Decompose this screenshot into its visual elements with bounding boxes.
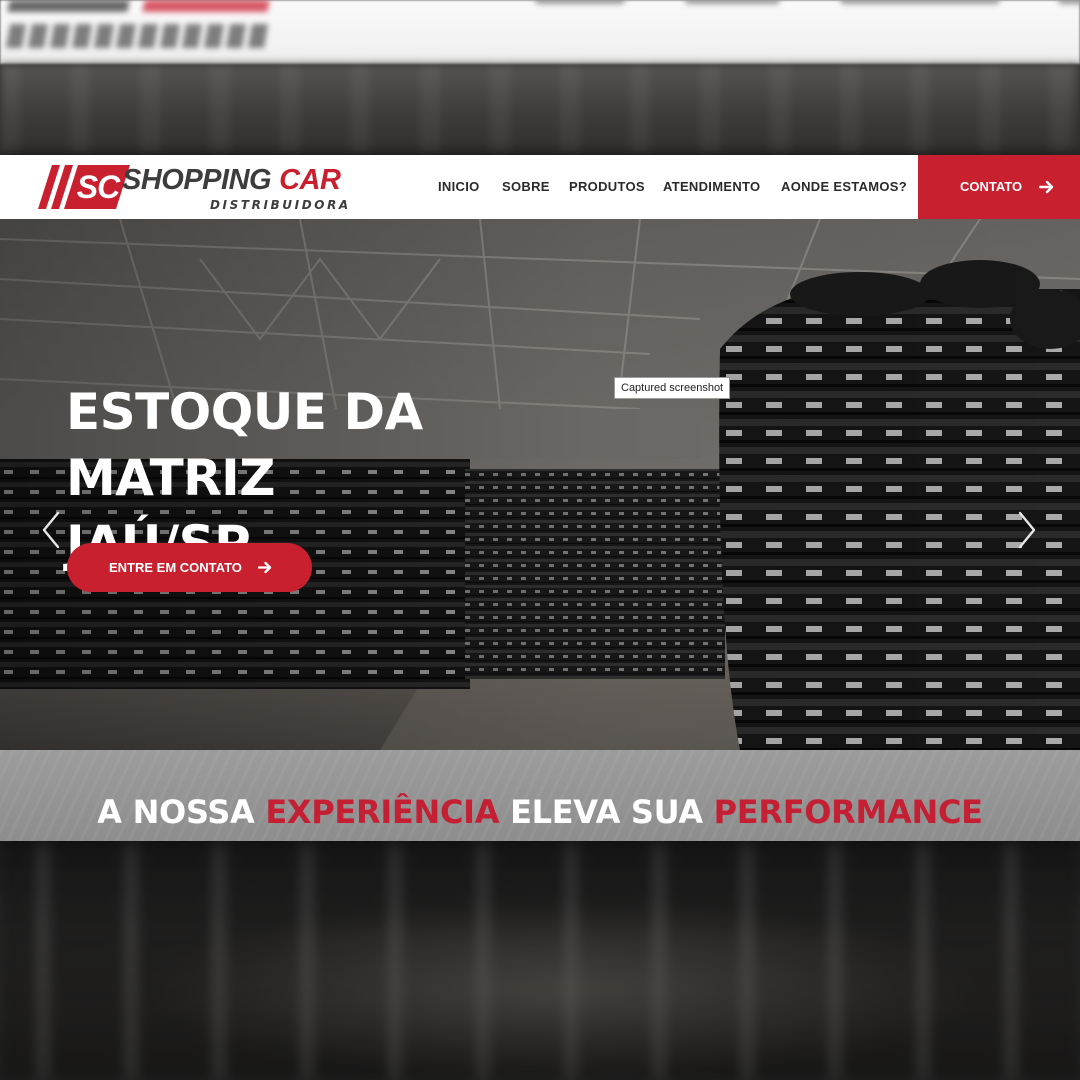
site-header: SC SHOPPING CAR DISTRIBUIDORA INICIO SOBR… (0, 155, 1080, 219)
entre-em-contato-button[interactable]: ENTRE EM CONTATO (67, 543, 312, 592)
tagline-text: A NOSSA EXPERIÊNCIA ELEVA SUA PERFORMANC… (0, 750, 1080, 841)
blurred-nav-backdrop (685, 0, 780, 4)
nav-item-aonde-estamos[interactable]: AONDE ESTAMOS? (781, 155, 907, 219)
tagline-part-2: EXPERIÊNCIA (265, 793, 500, 831)
blurred-nav-backdrop (535, 0, 625, 4)
captured-page: SC SHOPPING CAR DISTRIBUIDORA INICIO SOBR… (0, 155, 1080, 841)
nav-item-inicio[interactable]: INICIO (438, 155, 480, 219)
arrow-right-icon (258, 561, 272, 574)
hero-slider: ESTOQUE DA MATRIZ JAÚ/SP Captured screen… (0, 219, 1080, 750)
blurred-logo-backdrop (0, 0, 280, 58)
blurred-nav-backdrop (840, 0, 1000, 4)
arrow-right-icon (1039, 180, 1054, 194)
nav-item-produtos[interactable]: PRODUTOS (569, 155, 645, 219)
contato-button-label: CONTATO (960, 179, 1023, 194)
chevron-left-icon[interactable] (38, 509, 64, 551)
nav-item-sobre[interactable]: SOBRE (502, 155, 550, 219)
tagline-part-4: PERFORMANCE (713, 793, 983, 831)
hero-title-line1: ESTOQUE DA MATRIZ (66, 383, 423, 507)
chevron-right-icon[interactable] (1014, 509, 1040, 551)
blurred-nav-backdrop (1058, 0, 1080, 4)
blurred-warehouse-backdrop (0, 64, 1080, 154)
tagline-part-1: A NOSSA (97, 793, 255, 831)
entre-em-contato-label: ENTRE EM CONTATO (109, 560, 242, 575)
captured-screenshot-tooltip: Captured screenshot (614, 377, 731, 399)
tagline-band: A NOSSA EXPERIÊNCIA ELEVA SUA PERFORMANC… (0, 750, 1080, 841)
main-nav: INICIO SOBRE PRODUTOS ATENDIMENTO AONDE … (0, 155, 918, 219)
contato-button[interactable]: CONTATO (918, 155, 1080, 219)
nav-item-atendimento[interactable]: ATENDIMENTO (663, 155, 760, 219)
tagline-part-3: ELEVA SUA (510, 793, 703, 831)
